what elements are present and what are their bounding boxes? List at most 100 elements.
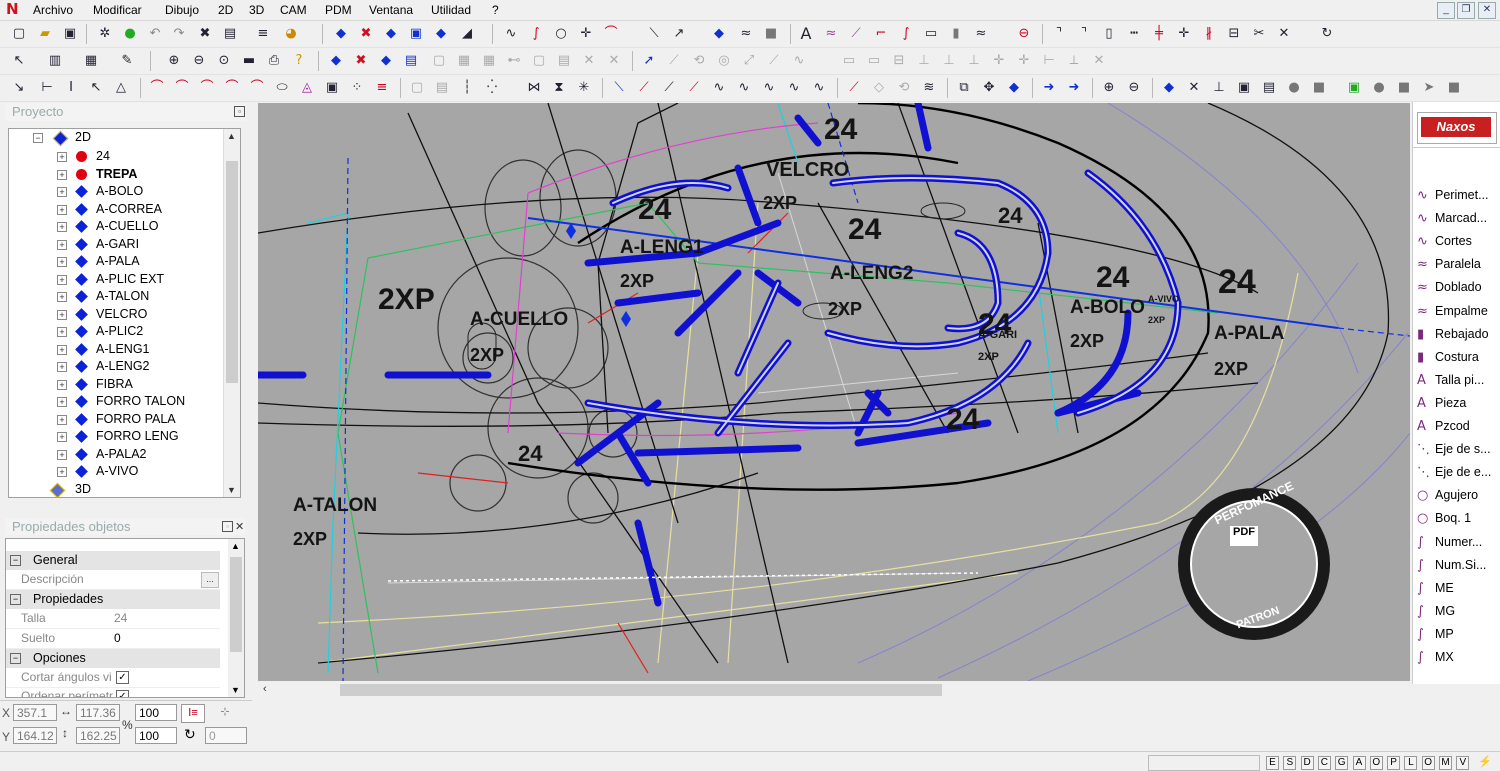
node-icon[interactable]: ◆ — [710, 25, 728, 43]
mark5-icon[interactable]: ∿ — [810, 79, 828, 97]
tool-d-icon[interactable]: ⊥ — [915, 52, 933, 70]
drawing-canvas[interactable]: 24 24 24 24 24 24 24 24 24 VELCRO 2XP A-LENG1 2XP A-L… — [258, 103, 1410, 681]
scroll-down-icon[interactable]: ▼ — [227, 485, 236, 495]
text-shape-icon[interactable]: ▣ — [323, 79, 341, 97]
duplicate-icon[interactable]: ▢ — [430, 52, 448, 70]
props-scroll-thumb[interactable] — [230, 557, 242, 652]
tool-item[interactable]: ▮ Rebajado — [1417, 323, 1489, 345]
tool-item[interactable]: A Talla pi... — [1417, 369, 1484, 391]
pin-panel-icon[interactable]: ▫ — [234, 106, 245, 117]
expand-icon[interactable]: + — [57, 397, 67, 407]
dashed-icon[interactable]: ┆ — [458, 79, 476, 97]
mark3-icon[interactable]: ∿ — [760, 79, 778, 97]
tool-item[interactable]: ⋱ Eje de e... — [1417, 461, 1491, 483]
ellipsis-button[interactable]: ... — [201, 572, 219, 588]
parallel-icon[interactable]: ≈ — [822, 25, 840, 43]
pencil-icon[interactable]: ✎ — [118, 52, 136, 70]
rotate-icon[interactable]: ⟲ — [690, 52, 708, 70]
tool-i-icon[interactable]: ⊢ — [1040, 52, 1058, 70]
menu-cam[interactable]: CAM — [280, 2, 307, 18]
diagonal2-icon[interactable]: ⟋ — [635, 79, 653, 97]
status-toggle[interactable]: G — [1335, 756, 1349, 770]
view-l-icon[interactable]: ■ — [1445, 79, 1463, 97]
copy-icon[interactable]: ▣ — [407, 25, 425, 43]
expand-icon[interactable]: + — [57, 239, 67, 250]
properties-icon[interactable]: ▤ — [221, 25, 239, 43]
i-beam-icon[interactable]: I — [62, 79, 80, 97]
palette-icon[interactable]: ◕ — [282, 25, 300, 43]
pin-properties-icon[interactable]: ▫ — [222, 521, 233, 532]
target-icon[interactable]: ◎ — [715, 52, 733, 70]
prop-cortar[interactable]: Cortar ángulos vi ✓ — [6, 668, 220, 688]
join-icon[interactable]: ⊷ — [505, 52, 523, 70]
expand-icon[interactable]: + — [57, 292, 67, 302]
status-toggle[interactable]: P — [1387, 756, 1401, 770]
view-j-icon[interactable]: ■ — [1395, 79, 1413, 97]
mark-icon[interactable]: ∿ — [710, 79, 728, 97]
layer-select-icon[interactable]: ▥ — [46, 52, 64, 70]
shape-c-icon[interactable]: ≋ — [920, 79, 938, 97]
expand-icon[interactable]: + — [57, 274, 67, 285]
tool-e-icon[interactable]: ⊥ — [940, 52, 958, 70]
snap-icon[interactable]: ↘ — [10, 79, 28, 97]
refresh-icon[interactable]: ↻ — [1318, 25, 1336, 43]
scroll-up-icon[interactable]: ▲ — [227, 131, 236, 141]
cortar-checkbox[interactable]: ✓ — [116, 671, 129, 684]
split-icon[interactable]: ▤ — [555, 52, 573, 70]
menu-3d[interactable]: 3D — [249, 2, 264, 18]
offset-icon[interactable]: ≈ — [972, 25, 990, 43]
pointer-icon[interactable]: ↖ — [10, 52, 28, 70]
tool-item[interactable]: ≈ Doblado — [1417, 276, 1482, 298]
fillet-icon[interactable]: ⌐ — [872, 25, 890, 43]
menu-pdm[interactable]: PDM — [325, 2, 352, 18]
menu-2d[interactable]: 2D — [218, 2, 233, 18]
tool-k-icon[interactable]: ✕ — [1090, 52, 1108, 70]
prop-suelto[interactable]: Suelto 0 — [6, 629, 220, 649]
tool-item[interactable]: A Pieza — [1417, 392, 1466, 414]
arc4-icon[interactable]: ⌒ — [223, 79, 241, 97]
view-g-icon[interactable]: ■ — [1310, 79, 1328, 97]
collapse-icon[interactable]: − — [33, 133, 43, 143]
zoom-out-icon[interactable]: ⊖ — [190, 52, 208, 70]
status-toggle[interactable]: S — [1283, 756, 1297, 770]
view-e-icon[interactable]: ▤ — [1260, 79, 1278, 97]
view-a-icon[interactable]: ◆ — [1160, 79, 1178, 97]
pin-blue-icon[interactable]: ➚ — [640, 52, 658, 70]
scroll-left-icon[interactable]: ‹ — [263, 683, 267, 695]
hscroll-thumb[interactable] — [340, 684, 942, 696]
mirror-icon[interactable]: ◆ — [432, 25, 450, 43]
corner2-icon[interactable]: ⌝ — [1075, 25, 1093, 43]
dots-icon[interactable]: ⁘ — [348, 79, 366, 97]
expand-icon[interactable]: + — [57, 309, 67, 320]
brush-icon[interactable]: ▦ — [82, 52, 100, 70]
tool-item[interactable]: ○ Boq. 1 — [1417, 507, 1471, 529]
print-icon[interactable]: ⎙ — [265, 52, 283, 70]
node-select-icon[interactable]: ◆ — [327, 52, 345, 70]
expand-icon[interactable]: + — [57, 257, 67, 267]
status-toggle[interactable]: E — [1266, 756, 1279, 770]
line-icon[interactable]: ⟍ — [645, 25, 663, 43]
curve2-icon[interactable]: ∿ — [790, 52, 808, 70]
prop-descripcion[interactable]: Descripción ... — [6, 570, 220, 590]
ellipse-icon[interactable]: ⬭ — [273, 79, 291, 97]
arc-icon[interactable]: ⌒ — [602, 25, 620, 43]
canvas-hscrollbar[interactable]: ‹ — [258, 681, 1410, 699]
save-icon[interactable]: ▣ — [61, 25, 79, 43]
help-icon[interactable]: ? — [290, 52, 308, 70]
mark2-icon[interactable]: ∿ — [735, 79, 753, 97]
copy2-icon[interactable]: ▢ — [408, 79, 426, 97]
tool-item[interactable]: ∫ Num.Si... — [1417, 554, 1486, 576]
expand-icon[interactable]: + — [57, 222, 67, 232]
tool-item[interactable]: ≈ Paralela — [1417, 253, 1481, 275]
menu-archivo[interactable]: Archivo — [33, 2, 73, 18]
explode-icon[interactable]: ✕ — [605, 52, 623, 70]
expand-icon[interactable]: + — [57, 152, 67, 162]
tool-item[interactable]: ∫ ME — [1417, 577, 1454, 599]
status-toggle[interactable]: L — [1404, 756, 1418, 770]
expand-icon[interactable]: + — [57, 204, 67, 215]
fill-icon[interactable]: ■ — [762, 25, 780, 43]
menu-utilidad[interactable]: Utilidad — [431, 2, 471, 18]
arrow-up-left-icon[interactable]: ↖ — [87, 79, 105, 97]
tool-item[interactable]: ∫ Numer... — [1417, 531, 1482, 553]
section-opciones[interactable]: − Opciones — [6, 649, 220, 668]
